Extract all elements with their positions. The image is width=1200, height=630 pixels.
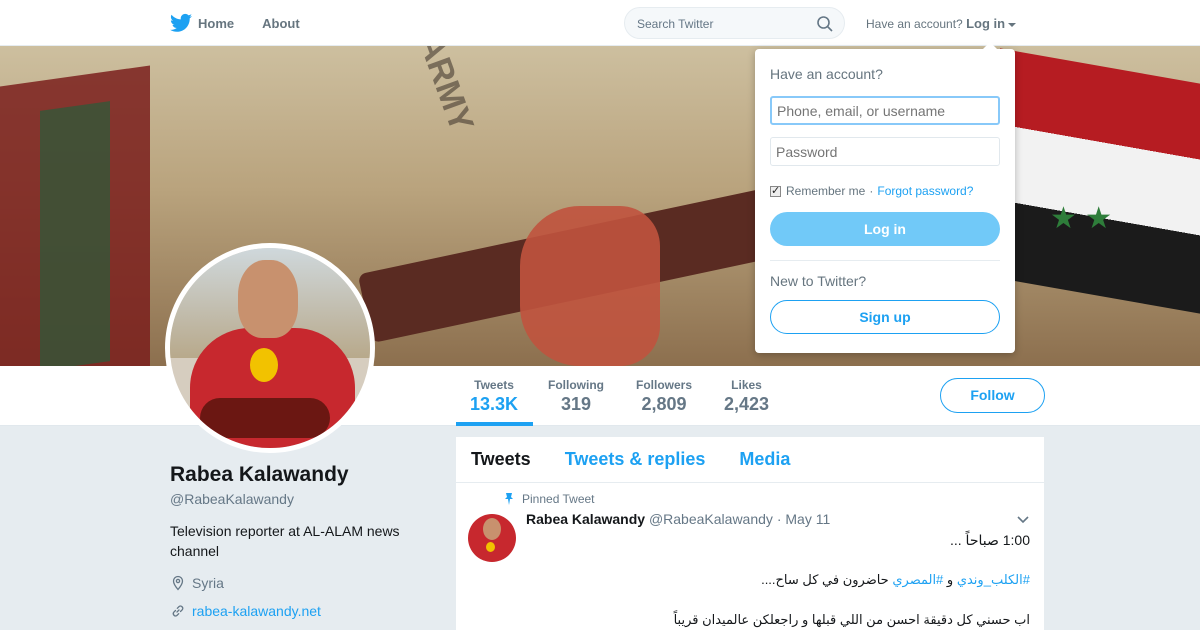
tweet-avatar[interactable] bbox=[468, 514, 516, 562]
follow-button[interactable]: Follow bbox=[940, 378, 1045, 413]
login-menu-link[interactable]: Log in bbox=[966, 16, 1005, 31]
hashtag-link[interactable]: #المصري bbox=[892, 572, 943, 587]
remember-checkbox[interactable] bbox=[770, 184, 781, 197]
login-dropdown: Have an account? Remember me · Forgot pa… bbox=[755, 42, 1015, 353]
location-pin-icon bbox=[172, 575, 184, 591]
url-link[interactable]: rabea-kalawandy.net bbox=[192, 603, 321, 619]
profile-url[interactable]: rabea-kalawandy.net bbox=[170, 603, 321, 619]
stat-tweets[interactable]: Tweets 13.3K bbox=[470, 378, 518, 415]
stat-followers[interactable]: Followers 2,809 bbox=[636, 378, 692, 415]
active-stat-underline bbox=[456, 422, 533, 426]
search-input[interactable]: Search Twitter bbox=[637, 17, 713, 31]
tweet-text-line: #الكلب_وندي و #المصري حاضرون في كل ساح..… bbox=[761, 572, 1030, 588]
banner-hand bbox=[520, 206, 660, 366]
twitter-bird-icon[interactable] bbox=[170, 13, 192, 33]
tweet-text-line: 1:00 صباحاً ... bbox=[950, 532, 1030, 548]
search-box[interactable]: Search Twitter bbox=[624, 7, 845, 39]
forgot-password-link[interactable]: Forgot password? bbox=[877, 184, 973, 198]
login-button[interactable]: Log in bbox=[770, 212, 1000, 246]
pin-icon bbox=[505, 493, 513, 505]
tweet-date[interactable]: · May 11 bbox=[777, 511, 830, 527]
stat-value: 2,809 bbox=[641, 394, 687, 414]
divider bbox=[770, 260, 1000, 261]
stat-label: Followers bbox=[636, 378, 693, 392]
stat-label: Likes bbox=[731, 378, 762, 392]
profile-avatar[interactable] bbox=[165, 243, 375, 453]
tweet-avatar-mic bbox=[486, 542, 495, 552]
timeline-tabs: Tweets Tweets & replies Media bbox=[456, 437, 1044, 483]
new-to-twitter-text: New to Twitter? bbox=[770, 273, 867, 289]
stat-value: 319 bbox=[560, 394, 592, 414]
username-field[interactable] bbox=[770, 96, 1000, 125]
password-field[interactable] bbox=[770, 137, 1000, 166]
tweet-text-line: اب حسني كل دقيقة احسن من اللي قبلها و را… bbox=[673, 612, 1030, 627]
location-text: Syria bbox=[192, 575, 224, 591]
pinned-tweet-label: Pinned Tweet bbox=[504, 492, 595, 506]
signup-button[interactable]: Sign up bbox=[770, 300, 1000, 334]
remember-row: Remember me · Forgot password? bbox=[770, 184, 973, 198]
top-navigation-bar: Home About Search Twitter Have an accoun… bbox=[0, 0, 1200, 46]
avatar-head bbox=[238, 260, 298, 338]
hashtag-link[interactable]: #الكلب_وندي bbox=[957, 572, 1030, 587]
stat-label: Following bbox=[548, 378, 604, 392]
banner-flag-right bbox=[1000, 48, 1200, 314]
tweet-text-fragment: و bbox=[943, 572, 957, 587]
nav-home-link[interactable]: Home bbox=[198, 16, 234, 31]
banner-flag-stars: ★ ★ bbox=[1050, 202, 1113, 235]
tweet-text-fragment: حاضرون في كل ساح.... bbox=[761, 572, 893, 587]
dropdown-title: Have an account? bbox=[770, 66, 883, 82]
banner-flag-stripe bbox=[40, 101, 110, 366]
stat-value: 13.3K bbox=[470, 394, 519, 414]
tab-tweets-replies[interactable]: Tweets & replies bbox=[565, 449, 706, 470]
search-icon[interactable] bbox=[816, 15, 834, 33]
stat-following[interactable]: Following 319 bbox=[548, 378, 604, 415]
login-prompt: Have an account? Log in bbox=[866, 16, 1017, 31]
nav-about-link[interactable]: About bbox=[262, 16, 300, 31]
profile-name[interactable]: Rabea Kalawandy bbox=[170, 463, 349, 487]
stat-likes[interactable]: Likes 2,423 bbox=[724, 378, 769, 415]
profile-location: Syria bbox=[170, 575, 224, 591]
profile-bio: Television reporter at AL-ALAM news chan… bbox=[170, 523, 400, 559]
chevron-down-icon[interactable] bbox=[1016, 513, 1030, 527]
profile-handle[interactable]: @RabeaKalawandy bbox=[170, 491, 294, 507]
avatar-sign bbox=[200, 398, 330, 438]
tweet-handle[interactable]: @RabeaKalawandy bbox=[649, 511, 773, 527]
stat-value: 2,423 bbox=[724, 394, 770, 414]
stat-label: Tweets bbox=[474, 378, 514, 392]
banner-stamp-text: ARMY bbox=[410, 46, 481, 137]
remember-label[interactable]: Remember me bbox=[786, 184, 865, 198]
pinned-text: Pinned Tweet bbox=[522, 492, 595, 506]
caret-down-icon[interactable] bbox=[1008, 22, 1017, 27]
tweet-author[interactable]: Rabea Kalawandy bbox=[526, 511, 645, 527]
nav-left: Home About bbox=[170, 0, 328, 46]
separator-dot: · bbox=[869, 184, 874, 198]
link-icon bbox=[172, 605, 184, 617]
tweet-avatar-head bbox=[483, 518, 501, 540]
tweet-header: Rabea Kalawandy @RabeaKalawandy · May 11 bbox=[526, 511, 830, 527]
tab-tweets[interactable]: Tweets bbox=[471, 449, 531, 470]
tab-media[interactable]: Media bbox=[739, 449, 790, 470]
have-account-text: Have an account? bbox=[866, 17, 963, 31]
avatar-microphone bbox=[250, 348, 278, 382]
timeline-panel: Tweets Tweets & replies Media Pinned Twe… bbox=[456, 437, 1044, 630]
